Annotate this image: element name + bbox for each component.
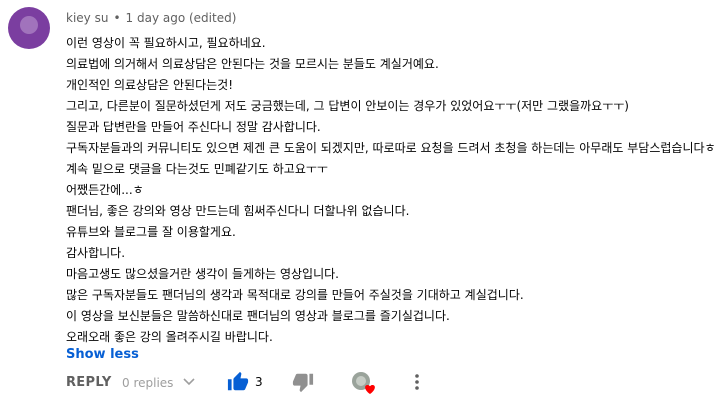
comment-line: 팬더님, 좋은 강의와 영상 만드는데 힘써주신다니 더할나위 없습니다. [66, 204, 410, 218]
comment-line: 구독자분들과의 커뮤니티도 있으면 제겐 큰 도움이 되겠지만, 따로따로 요청… [66, 141, 716, 155]
comment-line: 많은 구독자분들도 팬더님의 생각과 목적대로 강의를 만들어 주실것을 기대하… [66, 288, 524, 302]
comment-line: 계속 밑으로 댓글을 다는것도 민폐같기도 하고요ㅜㅜ [66, 162, 328, 176]
comment-line: 그리고, 다른분이 질문하셨던게 저도 궁금했는데, 그 답변이 안보이는 경우… [66, 99, 629, 113]
thumbs-down-icon[interactable] [292, 371, 314, 393]
avatar-glyph [20, 16, 38, 34]
comment-line: 유튜브와 블로그를 잘 이용할게요. [66, 225, 236, 239]
comment-line: 마음고생도 많으셨을거란 생각이 들게하는 영상입니다. [66, 267, 339, 281]
author-name[interactable]: kiey su [66, 11, 108, 25]
comment-line: 개인적인 의료상담은 안된다는것! [66, 78, 234, 92]
comment-timestamp[interactable]: 1 day ago (edited) [126, 11, 237, 25]
thumbs-up-icon[interactable] [227, 371, 249, 393]
comment-body: 이런 영상이 꼭 필요하시고, 필요하네요. 의료법에 의거해서 의료상담은 안… [66, 33, 727, 348]
show-less-link[interactable]: Show less [66, 347, 139, 362]
author-avatar[interactable] [8, 7, 50, 49]
comment-line: 이 영상을 보신분들은 말씀하신대로 팬더님의 영상과 블로그를 즐기실겁니다. [66, 309, 450, 323]
comment-line: 어쨌든간에...ㅎ [66, 183, 144, 197]
comment-line: 감사합니다. [66, 246, 126, 260]
reply-button[interactable]: REPLY [66, 375, 112, 390]
meta-separator: • [113, 11, 121, 25]
comment-actions: REPLY 0 replies 3 [66, 371, 727, 395]
like-count: 3 [255, 375, 263, 389]
comment-header: kiey su • 1 day ago (edited) [66, 11, 236, 25]
comment-line: 이런 영상이 꼭 필요하시고, 필요하네요. [66, 36, 266, 50]
more-vert-icon[interactable] [413, 372, 421, 392]
comment-line: 오래오래 좋은 강의 올려주시길 바랍니다. [66, 330, 273, 344]
comment-line: 질문과 답변란을 만들어 주신다니 정말 감사합니다. [66, 120, 321, 134]
replies-count: 0 replies [122, 376, 174, 390]
chevron-down-icon[interactable] [182, 374, 196, 388]
comment-line: 의료법에 의거해서 의료상담은 안된다는 것을 모르시는 분들도 계실거예요. [66, 57, 439, 71]
creator-heart-icon[interactable] [351, 371, 377, 395]
